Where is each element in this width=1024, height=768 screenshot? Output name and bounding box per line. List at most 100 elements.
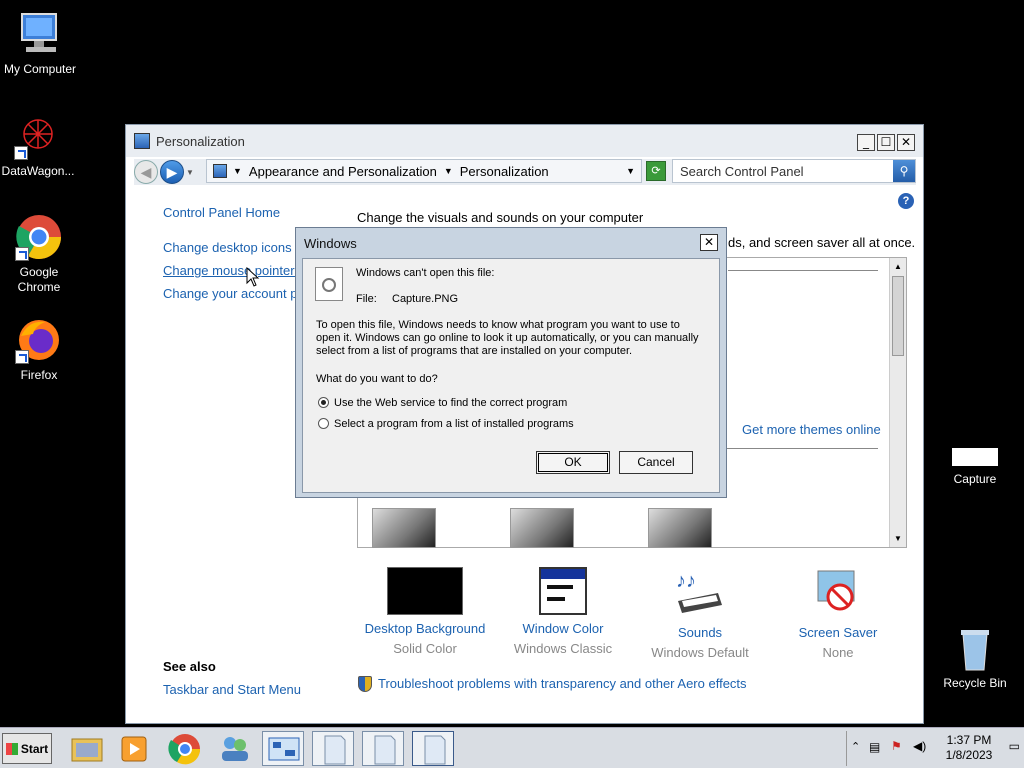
address-bar: ◀ ▶ ▼ ▼ Appearance and Personalization ▼… (134, 159, 916, 185)
desktop-icon-label: Firefox (20, 368, 58, 382)
theme-thumbnail[interactable] (648, 508, 712, 548)
maximize-button[interactable]: ☐ (877, 134, 895, 151)
window-color-icon (539, 567, 587, 615)
desktop-icon-my-computer[interactable]: My Computer (0, 10, 80, 77)
image-file-icon (952, 448, 998, 466)
screen-saver-tile[interactable]: Screen Saver None (768, 567, 908, 660)
dialog-titlebar[interactable]: Windows (296, 228, 726, 258)
cancel-button[interactable]: Cancel (619, 451, 693, 474)
taskbar-media-player[interactable] (113, 731, 155, 766)
clock-date: 1/8/2023 (945, 748, 993, 762)
recent-pages-dropdown-icon[interactable]: ▼ (186, 168, 194, 177)
change-mouse-pointers-link[interactable]: Change mouse pointers (163, 263, 301, 278)
desktop-icon-label: DataWagon... (1, 164, 75, 178)
dialog-close-button[interactable]: ✕ (700, 234, 718, 251)
desktop-icon-datawagon[interactable]: DataWagon... (0, 112, 78, 179)
breadcrumb[interactable]: ▼ Appearance and Personalization ▼ Perso… (206, 159, 642, 183)
theme-thumbnail[interactable] (372, 508, 436, 548)
taskbar-users[interactable] (214, 731, 256, 766)
open-with-dialog: Windows ✕ Windows can't open this file: … (295, 227, 727, 498)
start-button[interactable]: Start (2, 733, 52, 764)
back-button[interactable]: ◀ (134, 160, 158, 184)
media-player-icon (121, 736, 147, 762)
taskbar-window[interactable] (312, 731, 354, 766)
volume-icon[interactable]: ◀) (913, 739, 926, 753)
computer-icon (16, 10, 64, 58)
datawagon-icon (14, 112, 62, 160)
shortcut-arrow-icon (15, 247, 29, 261)
scroll-down-icon[interactable]: ▼ (890, 530, 906, 547)
control-panel-icon (213, 164, 227, 178)
tile-value: Solid Color (393, 641, 457, 656)
taskbar-window-active[interactable] (412, 731, 454, 766)
minimize-button[interactable]: _ (857, 134, 875, 151)
sounds-tile[interactable]: ♪♪ Sounds Windows Default (630, 567, 770, 660)
document-icon (374, 735, 396, 765)
taskbar-start-menu-link[interactable]: Taskbar and Start Menu (163, 682, 301, 697)
chevron-right-icon[interactable]: ▼ (233, 166, 242, 176)
search-icon[interactable]: ⚲ (893, 160, 915, 182)
show-desktop-icon[interactable]: ▭ (1009, 739, 1020, 753)
tile-label[interactable]: Window Color (493, 621, 633, 636)
installed-programs-radio[interactable] (318, 418, 329, 429)
tile-label[interactable]: Screen Saver (768, 625, 908, 640)
shield-icon (358, 676, 372, 692)
desktop-icon-recycle-bin[interactable]: Recycle Bin (935, 624, 1015, 691)
ok-button[interactable]: OK (536, 451, 610, 474)
desktop-icon-firefox[interactable]: Firefox (0, 316, 79, 383)
change-desktop-icons-link[interactable]: Change desktop icons (163, 240, 292, 255)
mouse-pointer-icon (246, 267, 260, 287)
search-input[interactable]: Search Control Panel ⚲ (672, 159, 916, 183)
chevron-right-icon[interactable]: ▼ (444, 166, 453, 176)
close-button[interactable]: ✕ (897, 134, 915, 151)
users-icon (222, 737, 248, 761)
folder-icon (71, 738, 103, 762)
tile-label[interactable]: Sounds (630, 625, 770, 640)
control-panel-home-link[interactable]: Control Panel Home (163, 205, 280, 220)
control-panel-icon (134, 133, 150, 149)
get-more-themes-link[interactable]: Get more themes online (742, 422, 881, 437)
vertical-scrollbar[interactable]: ▲ ▼ (889, 258, 906, 547)
taskbar-control-panel[interactable] (262, 731, 304, 766)
theme-thumbnail[interactable] (510, 508, 574, 548)
windows-logo-icon (5, 742, 18, 755)
help-icon[interactable]: ? (898, 193, 914, 209)
taskbar-window[interactable] (362, 731, 404, 766)
scroll-up-icon[interactable]: ▲ (890, 258, 906, 275)
desktop-icon-capture[interactable]: Capture (935, 448, 1015, 487)
tile-label[interactable]: Desktop Background (355, 621, 495, 636)
taskbar-chrome[interactable] (164, 731, 206, 766)
radio-label[interactable]: Select a program from a list of installe… (334, 418, 574, 430)
address-dropdown-icon[interactable]: ▼ (626, 166, 635, 176)
radio-label[interactable]: Use the Web service to find the correct … (334, 397, 567, 409)
scrollbar-thumb[interactable] (892, 276, 904, 356)
window-titlebar[interactable]: Personalization (126, 125, 923, 157)
tile-value: None (822, 645, 854, 660)
action-center-icon[interactable]: ⚑ (891, 739, 902, 753)
breadcrumb-item[interactable]: Appearance and Personalization (249, 164, 437, 179)
show-hidden-icons-icon[interactable]: ⌃ (851, 740, 860, 753)
forward-button[interactable]: ▶ (160, 160, 184, 184)
desktop-icon-chrome[interactable]: Google Chrome (0, 213, 79, 295)
desktop-background-tile[interactable]: Desktop Background Solid Color (355, 567, 495, 656)
window-color-tile[interactable]: Window Color Windows Classic (493, 567, 633, 656)
web-service-radio[interactable] (318, 397, 329, 408)
network-icon[interactable]: ▤ (869, 740, 880, 754)
explanation-line: open it. Windows can go online to look i… (316, 332, 699, 344)
desktop-icon-label: Recycle Bin (943, 676, 1007, 690)
sounds-icon: ♪♪ (674, 567, 726, 619)
breadcrumb-item[interactable]: Personalization (460, 164, 549, 179)
refresh-button[interactable]: ⟳ (646, 161, 666, 181)
recycle-bin-icon (951, 624, 999, 672)
desktop-background-icon (387, 567, 463, 615)
taskbar: Start ⌃ ▤ ⚑ ◀) 1:37 PM 1/8/2023 ▭ (0, 727, 1024, 768)
clock[interactable]: 1:37 PM 1/8/2023 (937, 733, 1001, 763)
document-icon (324, 735, 346, 765)
start-label: Start (20, 741, 49, 756)
troubleshoot-link[interactable]: Troubleshoot problems with transparency … (378, 676, 747, 691)
control-panel-icon (268, 737, 300, 761)
explanation-line: To open this file, Windows needs to know… (316, 319, 680, 331)
document-icon (424, 735, 446, 765)
taskbar-explorer[interactable] (66, 731, 108, 766)
change-account-picture-link[interactable]: Change your account pic (163, 286, 295, 301)
